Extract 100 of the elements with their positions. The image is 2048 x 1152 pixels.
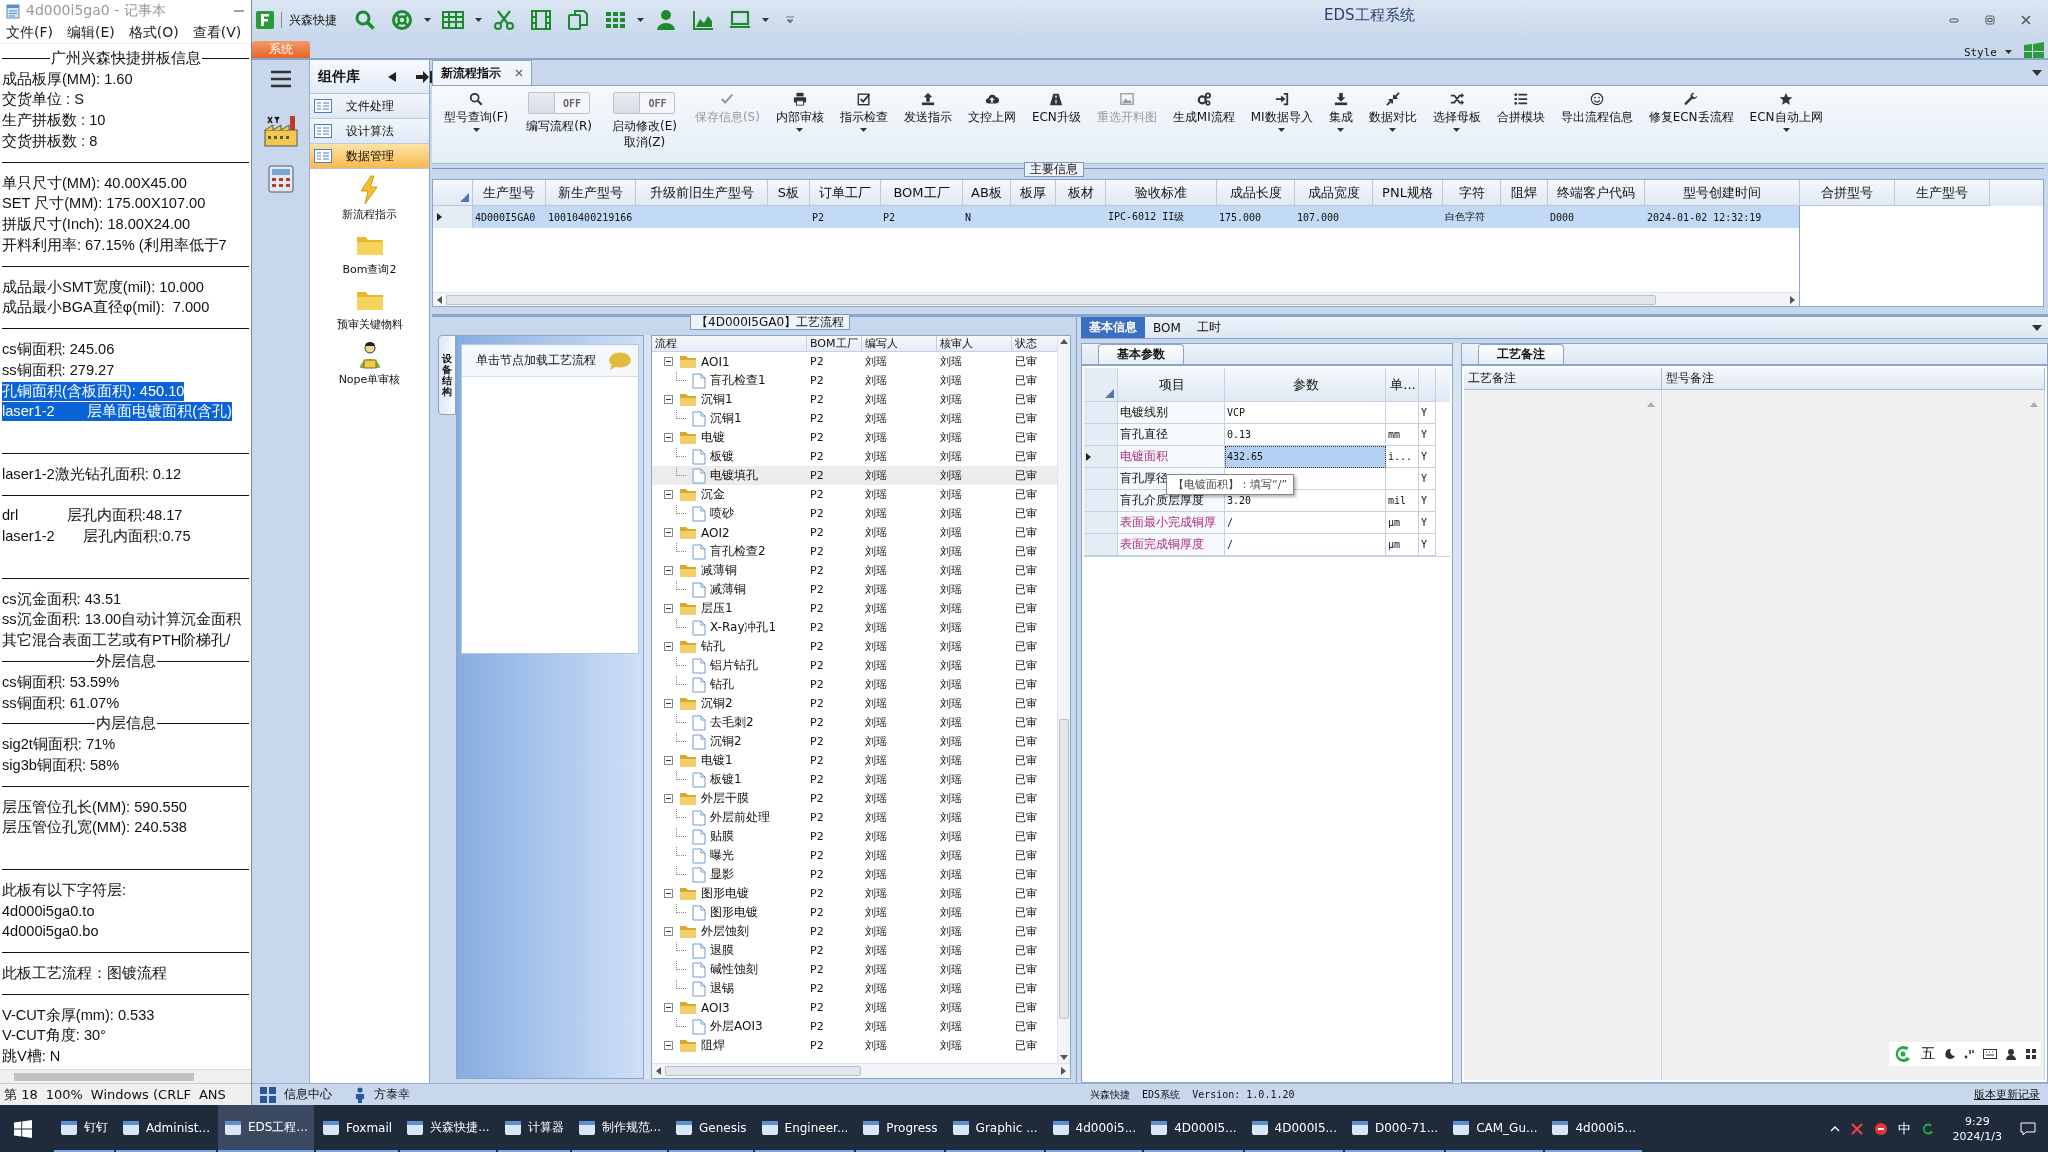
launcher-button[interactable]: Nope单审核 (310, 334, 429, 389)
tree-row[interactable]: 铝片钻孔 P2 刘瑶 刘瑶 已审 (652, 656, 1057, 675)
taskbar-item[interactable]: D000-71... (1344, 1105, 1445, 1152)
column-header[interactable]: 单... (1386, 368, 1419, 402)
taskbar-item[interactable]: CAM_Gu... (1446, 1105, 1544, 1152)
column-header[interactable]: BOM工厂 (807, 336, 862, 351)
column-header[interactable]: 合拼型号 (1800, 180, 1895, 206)
expander-icon[interactable] (664, 528, 673, 537)
taskbar-item[interactable]: 计算器 (497, 1105, 570, 1152)
taskbar-item[interactable]: 4d000i5... (1545, 1105, 1643, 1152)
ribbon-button[interactable]: 文控上网 (959, 90, 1024, 126)
calculator-icon[interactable] (265, 164, 296, 194)
tree-row[interactable]: AOI2 P2 刘瑶 刘瑶 已审 (652, 523, 1057, 542)
vertical-scrollbar[interactable] (1057, 336, 1070, 1063)
taskbar-item[interactable]: Progress (856, 1105, 944, 1152)
panel-item[interactable]: 设计算法 (310, 119, 429, 144)
style-dropdown[interactable]: Style (1963, 45, 2012, 59)
expander-icon[interactable] (664, 395, 673, 404)
restore-icon[interactable] (1984, 14, 1996, 26)
tree-row[interactable]: 外层前处理 P2 刘瑶 刘瑶 已审 (652, 808, 1057, 827)
tree-row[interactable]: 电镀 P2 刘瑶 刘瑶 已审 (652, 428, 1057, 447)
ribbon-button[interactable]: MI数据导入 (1242, 90, 1321, 134)
ribbon-button[interactable]: 数据对比 (1360, 90, 1425, 134)
table-row[interactable]: 表面最小完成铜厚 / μm Y (1084, 512, 1450, 534)
link[interactable]: 版本更新记录 (1974, 1087, 2040, 1102)
tree-row[interactable]: 沉铜2 P2 刘瑶 刘瑶 已审 (652, 732, 1057, 751)
expander-icon[interactable] (664, 357, 673, 366)
area-chart-icon[interactable] (692, 9, 714, 31)
table-row[interactable]: 电镀线别 VCP Y (1084, 402, 1450, 424)
taskbar-item[interactable]: 兴森快捷... (400, 1105, 496, 1152)
table-row[interactable]: 盲孔直径 0.13 mm Y (1084, 424, 1450, 446)
launcher-button[interactable]: Bom查询2 (310, 224, 429, 279)
menu-item[interactable]: 文件(F) (6, 23, 53, 42)
tree-row[interactable]: 显影 P2 刘瑶 刘瑶 已审 (652, 865, 1057, 884)
start-icon[interactable] (14, 1119, 32, 1138)
column-header[interactable]: 参数 (1225, 368, 1386, 402)
customize-icon[interactable] (786, 16, 794, 24)
tree-row[interactable]: 电镀1 P2 刘瑶 刘瑶 已审 (652, 751, 1057, 770)
film-icon[interactable] (530, 9, 552, 31)
tree-row[interactable]: 电镀填孔 P2 刘瑶 刘瑶 已审 (652, 466, 1057, 485)
chevron-up-icon[interactable] (1829, 1125, 1840, 1132)
tree-row[interactable]: 沉铜2 P2 刘瑶 刘瑶 已审 (652, 694, 1057, 713)
tab[interactable]: 基本信息 (1081, 317, 1145, 338)
tiles-icon[interactable] (260, 1086, 276, 1103)
tree-row[interactable]: 沉铜1 P2 刘瑶 刘瑶 已审 (652, 390, 1057, 409)
taskbar-item[interactable]: Administ... (116, 1105, 216, 1152)
menu-item[interactable]: 编辑(E) (67, 23, 115, 42)
tree-row[interactable]: 沉铜1 P2 刘瑶 刘瑶 已审 (652, 409, 1057, 428)
copy-icon[interactable] (567, 9, 589, 31)
taskbar-item[interactable]: Genesis (669, 1105, 753, 1152)
ribbon-button[interactable]: 生成MI流程 (1164, 90, 1243, 126)
ribbon-button[interactable]: 合拼模块 (1488, 90, 1553, 126)
person-icon[interactable] (655, 9, 677, 31)
tree-row[interactable]: 图形电镀 P2 刘瑶 刘瑶 已审 (652, 884, 1057, 903)
tree-row[interactable]: 减薄铜 P2 刘瑶 刘瑶 已审 (652, 561, 1057, 580)
ribbon-button[interactable]: 集成 (1320, 90, 1361, 134)
expander-icon[interactable] (664, 566, 673, 575)
ribbon-button[interactable]: 选择母板 (1424, 90, 1489, 134)
column-header[interactable]: 核审人 (937, 336, 1012, 351)
document-tab[interactable]: 新流程指示 (432, 60, 532, 85)
monitor-icon[interactable] (729, 9, 751, 31)
tree-row[interactable]: 层压1 P2 刘瑶 刘瑶 已审 (652, 599, 1057, 618)
tree-row[interactable]: AOI1 P2 刘瑶 刘瑶 已审 (652, 352, 1057, 371)
tree-row[interactable]: X-Ray冲孔1 P2 刘瑶 刘瑶 已审 (652, 618, 1057, 637)
taskbar-item[interactable]: Engineer... (754, 1105, 855, 1152)
horizontal-scrollbar[interactable] (652, 1063, 1070, 1078)
close-icon[interactable] (515, 69, 523, 77)
ribbon-button[interactable]: 指示检查 (831, 90, 896, 134)
scroll-left-icon[interactable] (656, 1067, 661, 1075)
column-header[interactable]: 编写人 (862, 336, 937, 351)
horizontal-scrollbar[interactable] (433, 292, 1799, 306)
expander-icon[interactable] (664, 756, 673, 765)
menu-item[interactable]: 格式(O) (128, 23, 179, 42)
panel-item[interactable]: 数据管理 (310, 144, 429, 169)
tree-row[interactable]: 减薄铜 P2 刘瑶 刘瑶 已审 (652, 580, 1057, 599)
taskbar-item[interactable]: 4d000i5... (1045, 1105, 1143, 1152)
tree-row[interactable]: 曝光 P2 刘瑶 刘瑶 已审 (652, 846, 1057, 865)
tree-row[interactable]: 喷砂 P2 刘瑶 刘瑶 已审 (652, 504, 1057, 523)
column-header[interactable]: 流程 (652, 336, 807, 351)
expander-icon[interactable] (664, 794, 673, 803)
tree-row[interactable]: 板镀 P2 刘瑶 刘瑶 已审 (652, 447, 1057, 466)
tree-row[interactable]: 盲孔检查1 P2 刘瑶 刘瑶 已审 (652, 371, 1057, 390)
tab[interactable]: 工艺备注 (1478, 344, 1564, 364)
dropdown-icon[interactable] (2032, 69, 2042, 76)
taskbar-item[interactable]: Graphic ... (945, 1105, 1044, 1152)
tab[interactable]: 工时 (1188, 317, 1229, 338)
ribbon-button[interactable]: ECN升级 (1023, 90, 1089, 126)
table-row[interactable]: 电镀面积 432.65 i... Y (1084, 446, 1450, 468)
notification-icon[interactable] (2020, 1121, 2036, 1136)
ribbon-button[interactable]: 内部审核 (767, 90, 832, 134)
taskbar-item[interactable]: 4D000I5... (1244, 1105, 1343, 1152)
scroll-right-icon[interactable] (1061, 1067, 1066, 1075)
scissors-icon[interactable] (493, 9, 515, 31)
taskbar-item[interactable]: 钉钉 (54, 1105, 114, 1152)
expander-icon[interactable] (664, 927, 673, 936)
dropdown-icon[interactable] (2032, 324, 2042, 331)
clock[interactable]: 9:29 2024/1/3 (1952, 1113, 2002, 1144)
tab[interactable]: BOM (1145, 317, 1189, 338)
launcher-button[interactable]: 新流程指示 (310, 169, 429, 224)
expander-icon[interactable] (664, 604, 673, 613)
